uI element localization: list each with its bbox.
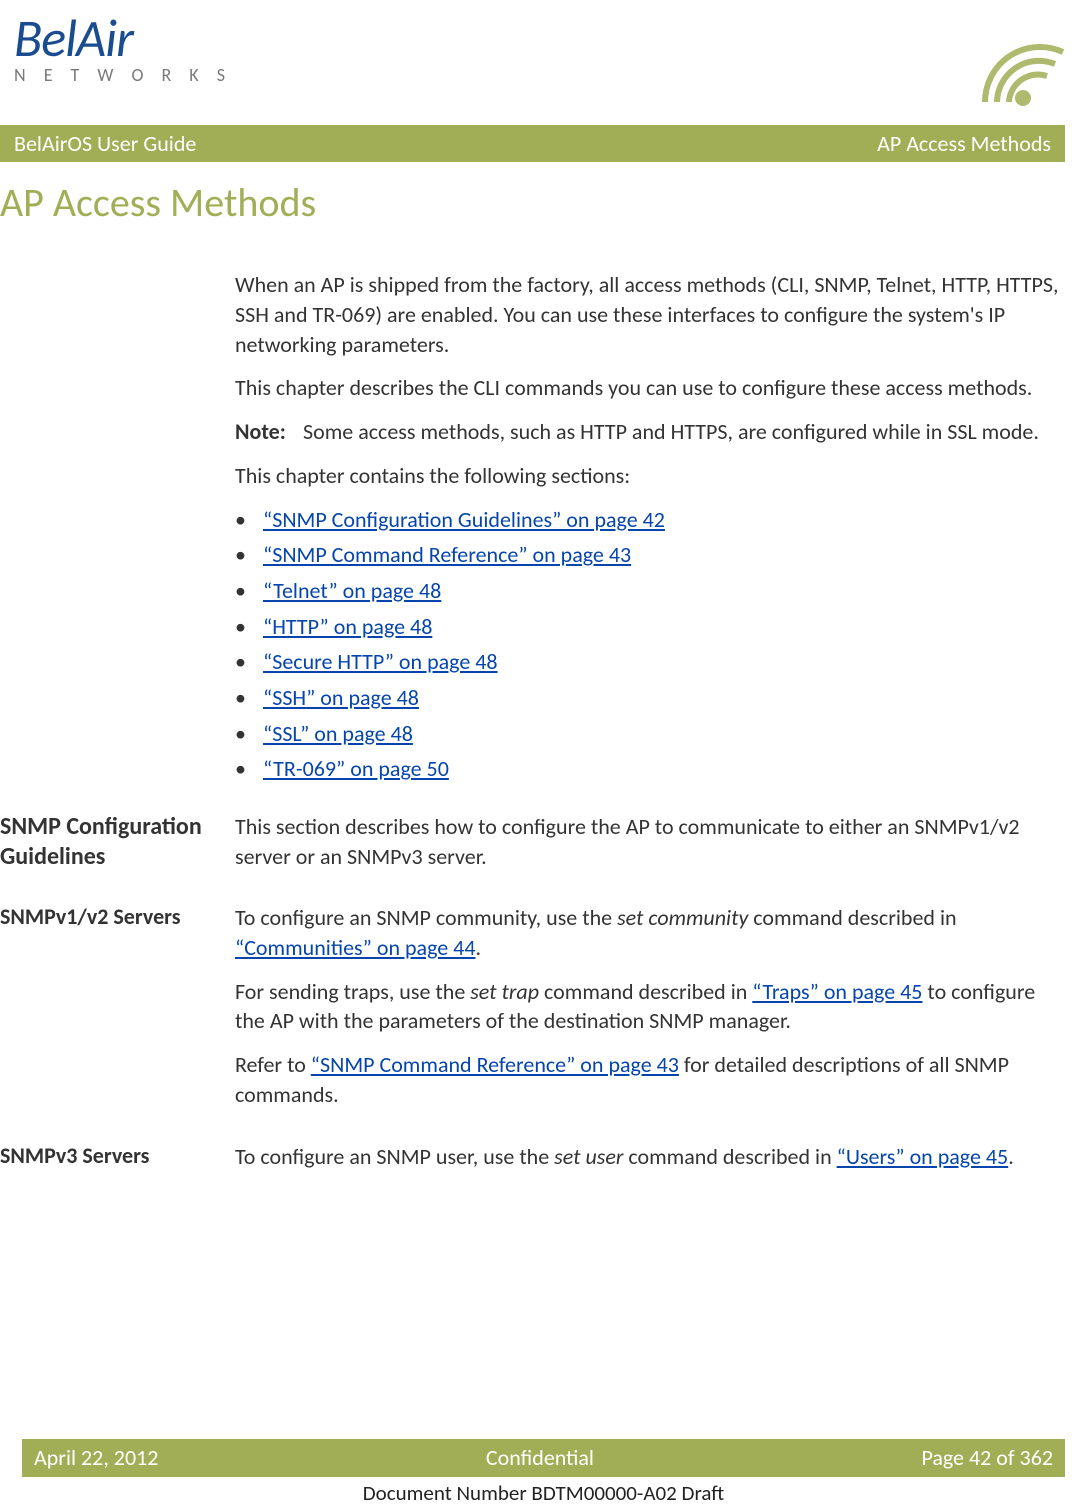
intro-p2: This chapter describes the CLI commands … bbox=[235, 373, 1065, 403]
link-snmp-config[interactable]: “SNMP Configuration Guidelines” on page … bbox=[263, 505, 665, 535]
link-telnet[interactable]: “Telnet” on page 48 bbox=[263, 576, 441, 606]
page-header: BelAir N E T W O R K S bbox=[0, 12, 1065, 125]
title-bar: BelAirOS User Guide AP Access Methods bbox=[0, 125, 1065, 163]
cmd-set-user: set user bbox=[554, 1143, 623, 1170]
section-links-list: •“SNMP Configuration Guidelines” on page… bbox=[235, 505, 1065, 785]
heading-snmp-config: SNMP Configuration Guidelines bbox=[0, 812, 235, 872]
heading-snmpv3: SNMPv3 Servers bbox=[0, 1142, 235, 1170]
logo-subbrand: N E T W O R K S bbox=[14, 66, 232, 84]
link-users[interactable]: “Users” on page 45 bbox=[837, 1143, 1009, 1170]
link-ssh[interactable]: “SSH” on page 48 bbox=[263, 683, 419, 713]
cmd-set-trap: set trap bbox=[470, 978, 539, 1005]
logo-brand: BelAir bbox=[14, 12, 232, 64]
note-label: Note: bbox=[235, 417, 303, 447]
link-snmp-cmdref-2[interactable]: “SNMP Command Reference” on page 43 bbox=[311, 1051, 679, 1078]
note-text: Some access methods, such as HTTP and HT… bbox=[303, 417, 1065, 447]
footer-date: April 22, 2012 bbox=[34, 1443, 158, 1473]
snmpv1v2-p3: Refer to “SNMP Command Reference” on pag… bbox=[235, 1050, 1065, 1109]
snmp-config-body: This section describes how to configure … bbox=[235, 812, 1065, 871]
link-tr069[interactable]: “TR-069” on page 50 bbox=[263, 754, 449, 784]
intro-p3: This chapter contains the following sect… bbox=[235, 461, 1065, 491]
wireless-icon bbox=[945, 12, 1065, 115]
logo: BelAir N E T W O R K S bbox=[14, 12, 232, 84]
link-traps[interactable]: “Traps” on page 45 bbox=[752, 978, 922, 1005]
note-block: Note: Some access methods, such as HTTP … bbox=[235, 417, 1065, 447]
heading-snmpv1v2: SNMPv1/v2 Servers bbox=[0, 903, 235, 931]
cmd-set-community: set community bbox=[617, 904, 748, 931]
footer-page: Page 42 of 362 bbox=[921, 1443, 1053, 1473]
footer-docnum: Document Number BDTM00000-A02 Draft bbox=[22, 1479, 1065, 1507]
intro-p1: When an AP is shipped from the factory, … bbox=[235, 270, 1065, 359]
page-footer: April 22, 2012 Confidential Page 42 of 3… bbox=[22, 1439, 1065, 1507]
snmpv1v2-p1: To configure an SNMP community, use the … bbox=[235, 903, 1065, 962]
page-title: AP Access Methods bbox=[0, 176, 1065, 230]
chapter-title-bar: AP Access Methods bbox=[877, 129, 1051, 159]
link-snmp-cmdref[interactable]: “SNMP Command Reference” on page 43 bbox=[263, 540, 631, 570]
footer-confidential: Confidential bbox=[486, 1443, 594, 1473]
link-secure-http[interactable]: “Secure HTTP” on page 48 bbox=[263, 647, 498, 677]
doc-title: BelAirOS User Guide bbox=[14, 129, 196, 159]
link-communities[interactable]: “Communities” on page 44 bbox=[235, 934, 475, 961]
link-http[interactable]: “HTTP” on page 48 bbox=[263, 612, 432, 642]
snmpv1v2-p2: For sending traps, use the set trap comm… bbox=[235, 977, 1065, 1036]
snmpv3-p1: To configure an SNMP user, use the set u… bbox=[235, 1142, 1065, 1172]
link-ssl[interactable]: “SSL” on page 48 bbox=[263, 719, 413, 749]
